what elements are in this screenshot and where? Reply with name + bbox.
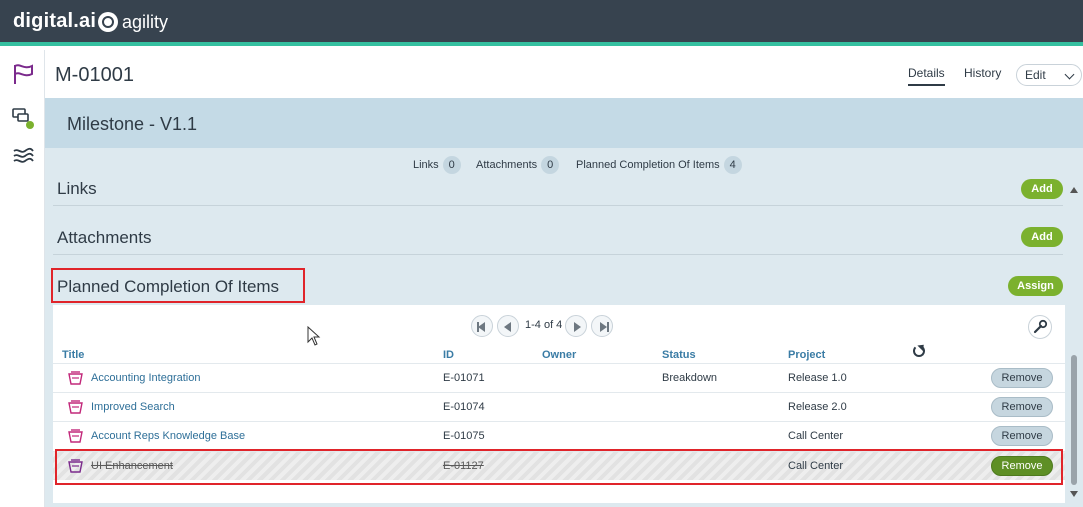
remove-button[interactable]: Remove — [991, 368, 1053, 388]
next-page-icon[interactable] — [565, 315, 587, 337]
summary-label: Planned Completion Of Items — [576, 159, 720, 171]
page-title: Milestone - V1.1 — [67, 114, 198, 134]
wrench-icon-glyph — [1033, 319, 1048, 334]
chevron-down-icon — [1064, 69, 1075, 80]
scrollbar[interactable] — [1069, 183, 1079, 503]
product-name: agility — [122, 12, 169, 32]
column-header-project[interactable]: Project — [788, 349, 825, 361]
pager-text: 1-4 of 4 — [525, 319, 563, 331]
waves-icon[interactable] — [11, 144, 35, 168]
flag-icon[interactable] — [11, 62, 35, 86]
refresh-icon[interactable] — [913, 345, 925, 357]
summary-attachments[interactable]: Attachments 0 — [476, 156, 560, 174]
row-status: Breakdown — [662, 372, 718, 384]
tab-history[interactable]: History — [964, 66, 1001, 80]
count-badge: 0 — [541, 156, 560, 174]
add-link-button[interactable]: Add — [1021, 179, 1063, 199]
row-title[interactable]: Account Reps Knowledge Base — [91, 430, 245, 442]
row-project: Call Center — [788, 430, 844, 442]
divider — [53, 254, 1063, 255]
attachments-section-title: Attachments — [57, 228, 152, 247]
agility-logo-icon — [98, 12, 118, 32]
conversation-icon[interactable] — [11, 106, 35, 130]
assign-button[interactable]: Assign — [1008, 276, 1063, 296]
count-badge: 4 — [723, 156, 742, 174]
remove-button[interactable]: Remove — [991, 397, 1053, 417]
detail-header: M-01001 Details History Edit — [45, 50, 1083, 98]
summary-label: Attachments — [476, 159, 538, 171]
prev-page-icon[interactable] — [497, 315, 519, 337]
edit-dropdown-button[interactable]: Edit — [1016, 64, 1082, 86]
last-page-icon[interactable] — [591, 315, 613, 337]
top-bar: digital.ai agility — [0, 0, 1083, 46]
table-row[interactable]: Account Reps Knowledge Base E-01075 Call… — [53, 421, 1065, 450]
highlight-box — [55, 449, 1063, 485]
summary-label: Links — [413, 159, 439, 171]
row-title[interactable]: Accounting Integration — [91, 372, 200, 384]
divider — [53, 205, 1063, 206]
column-header-title[interactable]: Title — [62, 349, 84, 361]
remove-button[interactable]: Remove — [991, 426, 1053, 446]
epic-icon — [68, 429, 83, 443]
tab-details[interactable]: Details — [908, 66, 945, 86]
row-title[interactable]: Improved Search — [91, 401, 175, 413]
milestone-panel: Milestone - V1.1 Links 0 Attachments 0 Pla… — [45, 98, 1083, 507]
column-header-id[interactable]: ID — [443, 349, 454, 361]
summary-links[interactable]: Links 0 — [413, 156, 461, 174]
row-project: Release 2.0 — [788, 401, 847, 413]
links-section-title: Links — [57, 179, 97, 198]
brand-logo[interactable]: digital.ai — [13, 10, 96, 33]
row-id: E-01074 — [443, 401, 485, 413]
column-header-status[interactable]: Status — [662, 349, 696, 361]
panel-title-bar: Milestone - V1.1 — [45, 98, 1083, 148]
add-attachment-button[interactable]: Add — [1021, 227, 1063, 247]
planned-items-table: 1-4 of 4 Title ID Owner Status Project A… — [53, 305, 1065, 503]
row-project: Release 1.0 — [788, 372, 847, 384]
edit-label: Edit — [1025, 68, 1046, 82]
table-row[interactable]: Improved Search E-01074 Release 2.0 Remo… — [53, 392, 1065, 421]
row-id: E-01071 — [443, 372, 485, 384]
mouse-cursor-icon — [307, 326, 321, 346]
scroll-thumb[interactable] — [1071, 355, 1077, 485]
left-nav — [0, 50, 45, 507]
wrench-icon[interactable] — [1028, 315, 1052, 339]
column-header-owner[interactable]: Owner — [542, 349, 576, 361]
epic-icon — [68, 371, 83, 385]
count-badge: 0 — [442, 156, 461, 174]
item-id: M-01001 — [55, 64, 134, 86]
row-id: E-01075 — [443, 430, 485, 442]
table-row[interactable]: Accounting Integration E-01071 Breakdown… — [53, 363, 1065, 392]
first-page-icon[interactable] — [471, 315, 493, 337]
summary-planned[interactable]: Planned Completion Of Items 4 — [576, 156, 742, 174]
scroll-down-icon[interactable] — [1070, 491, 1078, 497]
epic-icon — [68, 400, 83, 414]
scroll-up-icon[interactable] — [1070, 187, 1078, 193]
highlight-box — [51, 268, 305, 303]
